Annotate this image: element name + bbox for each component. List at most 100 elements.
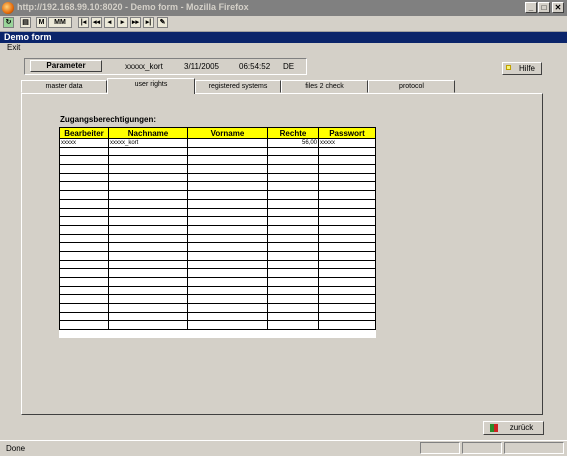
table-row[interactable] xyxy=(59,198,376,209)
cell-bearbeiter[interactable] xyxy=(59,250,109,261)
cell-bearbeiter[interactable] xyxy=(59,164,109,174)
cell-bearbeiter[interactable] xyxy=(59,233,109,244)
close-button[interactable]: ✕ xyxy=(552,2,564,13)
cell-rechte[interactable] xyxy=(267,172,319,183)
cell-bearbeiter[interactable] xyxy=(59,155,109,166)
cell-rechte[interactable] xyxy=(267,311,319,322)
cell-rechte[interactable] xyxy=(267,277,319,287)
cell-nachname[interactable] xyxy=(108,146,188,157)
cell-vorname[interactable] xyxy=(187,164,268,174)
cell-vorname[interactable] xyxy=(187,277,268,287)
table-row[interactable] xyxy=(59,277,376,287)
next-record-icon[interactable]: ▸ xyxy=(117,17,128,28)
cell-bearbeiter[interactable] xyxy=(59,259,109,270)
cell-bearbeiter[interactable] xyxy=(59,207,109,218)
cell-passwort[interactable] xyxy=(318,207,376,218)
cell-rechte[interactable] xyxy=(267,285,319,296)
cell-nachname[interactable]: xxxxx_kort xyxy=(108,138,188,148)
cell-vorname[interactable] xyxy=(187,303,268,313)
cell-bearbeiter[interactable] xyxy=(59,190,109,200)
cell-vorname[interactable] xyxy=(187,155,268,166)
cell-rechte[interactable] xyxy=(267,294,319,305)
cell-vorname[interactable] xyxy=(187,224,268,235)
table-row[interactable] xyxy=(59,224,376,235)
cell-vorname[interactable] xyxy=(187,190,268,200)
tab-files-2-check[interactable]: files 2 check xyxy=(281,80,368,93)
edit-icon[interactable]: ✎ xyxy=(157,17,168,28)
cell-bearbeiter[interactable] xyxy=(59,285,109,296)
cell-rechte[interactable] xyxy=(267,164,319,174)
cell-vorname[interactable] xyxy=(187,294,268,305)
cell-nachname[interactable] xyxy=(108,216,188,226)
maximize-button[interactable]: □ xyxy=(538,2,550,13)
print-icon[interactable]: ▤ xyxy=(20,17,31,28)
cell-bearbeiter[interactable] xyxy=(59,277,109,287)
cell-passwort[interactable] xyxy=(318,172,376,183)
cell-bearbeiter[interactable] xyxy=(59,198,109,209)
column-header-rechte[interactable]: Rechte xyxy=(267,127,319,139)
last-record-icon[interactable]: ▸| xyxy=(143,17,154,28)
cell-rechte[interactable] xyxy=(267,207,319,218)
cell-bearbeiter[interactable]: xxxxx xyxy=(59,138,109,148)
cell-nachname[interactable] xyxy=(108,190,188,200)
cell-nachname[interactable] xyxy=(108,294,188,305)
cell-rechte[interactable] xyxy=(267,242,319,252)
table-row[interactable] xyxy=(59,303,376,313)
cell-rechte[interactable] xyxy=(267,259,319,270)
cell-nachname[interactable] xyxy=(108,181,188,192)
cell-nachname[interactable] xyxy=(108,311,188,322)
cell-rechte[interactable] xyxy=(267,224,319,235)
cell-vorname[interactable] xyxy=(187,242,268,252)
cell-passwort[interactable] xyxy=(318,277,376,287)
cell-nachname[interactable] xyxy=(108,303,188,313)
cell-nachname[interactable] xyxy=(108,250,188,261)
next-page-icon[interactable]: ▸▸ xyxy=(130,17,141,28)
prev-record-icon[interactable]: ◂ xyxy=(104,17,115,28)
cell-bearbeiter[interactable] xyxy=(59,242,109,252)
tab-master-data[interactable]: master data xyxy=(21,80,107,93)
cell-vorname[interactable] xyxy=(187,233,268,244)
cell-bearbeiter[interactable] xyxy=(59,320,109,331)
table-row[interactable] xyxy=(59,190,376,200)
cell-vorname[interactable] xyxy=(187,146,268,157)
cell-vorname[interactable] xyxy=(187,172,268,183)
cell-vorname[interactable] xyxy=(187,181,268,192)
cell-rechte[interactable] xyxy=(267,216,319,226)
cell-vorname[interactable] xyxy=(187,320,268,331)
cell-bearbeiter[interactable] xyxy=(59,303,109,313)
table-row[interactable] xyxy=(59,311,376,322)
cell-passwort[interactable] xyxy=(318,268,376,278)
table-row[interactable] xyxy=(59,242,376,252)
table-row[interactable] xyxy=(59,164,376,174)
table-row[interactable] xyxy=(59,320,376,331)
table-row[interactable]: xxxxx xxxxx_kort 56,00 xxxxx xyxy=(59,138,376,148)
cell-bearbeiter[interactable] xyxy=(59,172,109,183)
table-row[interactable] xyxy=(59,172,376,183)
table-row[interactable] xyxy=(59,155,376,166)
prev-page-icon[interactable]: ◂◂ xyxy=(91,17,102,28)
cell-bearbeiter[interactable] xyxy=(59,216,109,226)
cell-rechte[interactable] xyxy=(267,268,319,278)
column-header-bearbeiter[interactable]: Bearbeiter xyxy=(59,127,109,139)
cell-nachname[interactable] xyxy=(108,285,188,296)
cell-rechte[interactable]: 56,00 xyxy=(267,138,319,148)
reload-icon[interactable]: ↻ xyxy=(3,17,14,28)
table-row[interactable] xyxy=(59,294,376,305)
cell-passwort[interactable] xyxy=(318,224,376,235)
cell-passwort[interactable] xyxy=(318,294,376,305)
cell-nachname[interactable] xyxy=(108,224,188,235)
cell-nachname[interactable] xyxy=(108,233,188,244)
cell-rechte[interactable] xyxy=(267,146,319,157)
table-row[interactable] xyxy=(59,181,376,192)
cell-nachname[interactable] xyxy=(108,155,188,166)
cell-rechte[interactable] xyxy=(267,198,319,209)
cell-passwort[interactable] xyxy=(318,320,376,331)
column-header-vorname[interactable]: Vorname xyxy=(187,127,268,139)
cell-rechte[interactable] xyxy=(267,320,319,331)
cell-nachname[interactable] xyxy=(108,164,188,174)
cell-passwort[interactable] xyxy=(318,259,376,270)
column-header-passwort[interactable]: Passwort xyxy=(318,127,376,139)
cell-passwort[interactable] xyxy=(318,311,376,322)
cell-passwort[interactable] xyxy=(318,242,376,252)
cell-passwort[interactable] xyxy=(318,164,376,174)
